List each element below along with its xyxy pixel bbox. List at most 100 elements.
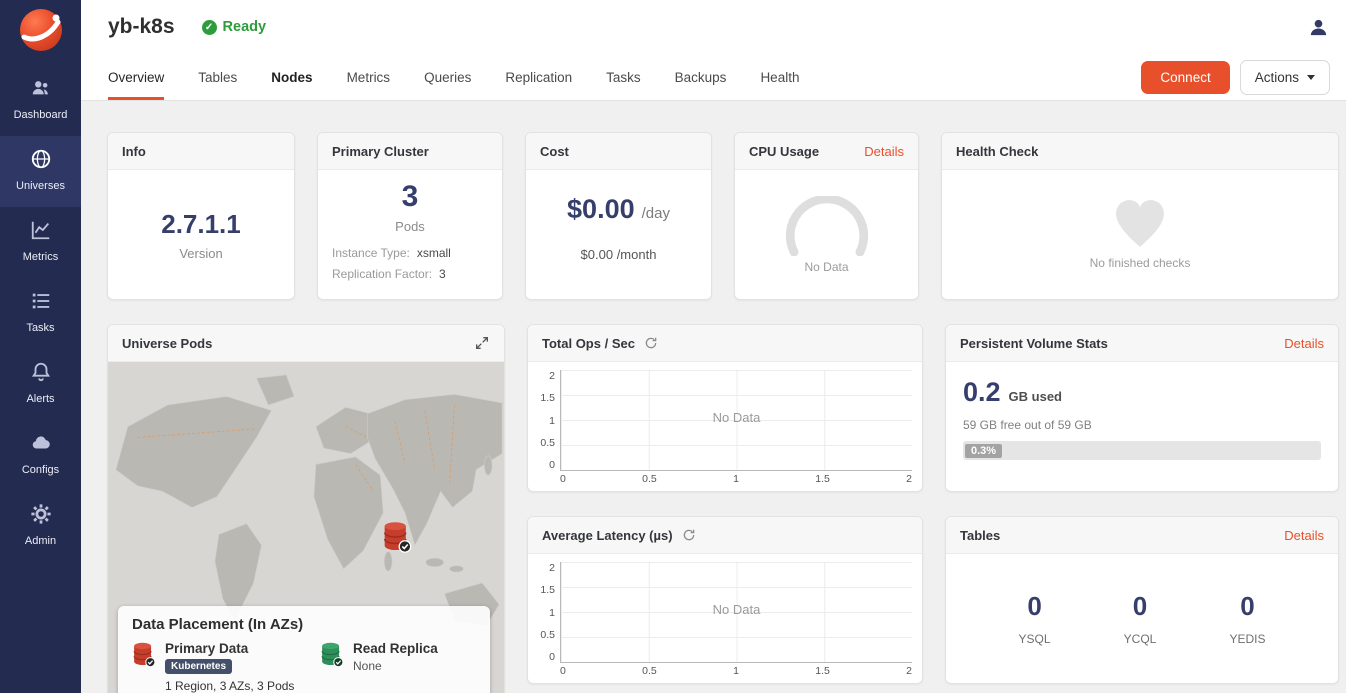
info-card-header: Info (108, 133, 294, 170)
refresh-icon (644, 336, 658, 350)
instance-type-row: Instance Type: xsmall (332, 246, 488, 260)
volume-details-link[interactable]: Details (1284, 336, 1324, 351)
primary-cluster-header: Primary Cluster (318, 133, 502, 170)
persistent-volume-header: Persistent Volume Stats Details (946, 325, 1338, 362)
y-axis: 2 1.5 1 0.5 0 (534, 562, 560, 679)
connect-button[interactable]: Connect (1141, 61, 1229, 94)
x-tick: 2 (906, 665, 912, 679)
sidebar-item-universes[interactable]: Universes (0, 136, 81, 207)
cost-card-body: $0.00 /day $0.00 /month (526, 170, 711, 299)
tab-replication[interactable]: Replication (505, 54, 572, 100)
x-tick: 0 (560, 665, 566, 679)
x-axis: 0 0.5 1 1.5 2 (560, 473, 912, 487)
database-marker-icon (382, 520, 412, 554)
dashboard-icon (30, 77, 52, 99)
pods-count: 3 (402, 180, 419, 213)
world-map[interactable]: Data Placement (In AZs) (108, 362, 504, 693)
volume-usage-bar: 0.3% (963, 441, 1321, 460)
tab-overview[interactable]: Overview (108, 54, 164, 100)
sidebar-item-label: Configs (22, 464, 59, 476)
universe-tabbar: Overview Tables Nodes Metrics Queries Re… (81, 54, 1346, 101)
y-tick: 1 (549, 607, 555, 619)
sidebar-item-label: Dashboard (14, 109, 68, 121)
replication-factor-value: 3 (439, 267, 446, 281)
tables-details-link[interactable]: Details (1284, 528, 1324, 543)
sidebar-item-label: Universes (16, 180, 65, 192)
user-menu-button[interactable] (1307, 16, 1330, 39)
cpu-details-link[interactable]: Details (864, 144, 904, 159)
sidebar-item-metrics[interactable]: Metrics (0, 207, 81, 278)
check-circle-icon: ✓ (202, 20, 217, 35)
ycql-count: 0 YCQL (1124, 591, 1157, 646)
tab-metrics[interactable]: Metrics (347, 54, 391, 100)
globe-icon (30, 148, 52, 170)
cpu-usage-card: CPU Usage Details No Data (734, 132, 919, 300)
replication-factor-label: Replication Factor: (332, 267, 432, 281)
x-tick: 1 (733, 473, 739, 487)
y-tick: 0 (549, 459, 555, 471)
total-ops-chart: 2 1.5 1 0.5 0 No Data 0 0 (528, 362, 922, 491)
gear-icon (30, 503, 52, 525)
volume-used-value: 0.2 (963, 377, 1001, 408)
main-area: yb-k8s ✓ Ready Overview Tables Nodes Met… (81, 0, 1346, 693)
volume-used-unit: GB used (1009, 389, 1062, 404)
tab-tasks[interactable]: Tasks (606, 54, 641, 100)
card-title: Info (122, 144, 146, 159)
pods-map-marker[interactable] (382, 520, 414, 559)
yedis-count: 0 YEDIS (1229, 591, 1265, 646)
ysql-count: 0 YSQL (1019, 591, 1051, 646)
sidebar-item-label: Admin (25, 535, 56, 547)
kubernetes-badge: Kubernetes (165, 659, 232, 674)
x-tick: 0.5 (642, 665, 657, 679)
sidebar-item-admin[interactable]: Admin (0, 491, 81, 562)
chevron-down-icon (1307, 75, 1315, 80)
no-data-text: No Data (561, 410, 912, 425)
card-title: Primary Cluster (332, 144, 429, 159)
info-card-body: 2.7.1.1 Version (108, 170, 294, 299)
count-label: YEDIS (1229, 632, 1265, 646)
cpu-usage-body: No Data (735, 170, 918, 299)
sidebar-item-dashboard[interactable]: Dashboard (0, 65, 81, 136)
total-ops-header: Total Ops / Sec (528, 325, 922, 362)
volume-used-line: 0.2 GB used (963, 377, 1321, 408)
tab-queries[interactable]: Queries (424, 54, 471, 100)
refresh-button[interactable] (644, 336, 658, 350)
primary-database-icon (132, 641, 156, 668)
tab-tables[interactable]: Tables (198, 54, 237, 100)
plot-area: No Data (560, 370, 912, 471)
cloud-icon (30, 432, 52, 454)
cost-card: Cost $0.00 /day $0.00 /month (525, 132, 712, 300)
card-title: Health Check (956, 144, 1038, 159)
persistent-volume-body: 0.2 GB used 59 GB free out of 59 GB 0.3% (946, 362, 1338, 491)
tab-nodes[interactable]: Nodes (271, 54, 312, 100)
x-tick: 0.5 (642, 473, 657, 487)
tables-card: Tables Details 0 YSQL 0 YCQL (945, 516, 1339, 684)
tab-health[interactable]: Health (760, 54, 799, 100)
x-tick: 0 (560, 473, 566, 487)
instance-type-label: Instance Type: (332, 246, 410, 260)
average-latency-card: Average Latency (µs) 2 1.5 1 0.5 0 (527, 516, 923, 684)
yugabyte-logo[interactable] (0, 0, 81, 65)
y-tick: 2 (549, 562, 555, 574)
expand-map-button[interactable] (474, 335, 490, 351)
volume-percent-badge: 0.3% (965, 444, 1002, 458)
sidebar-item-tasks[interactable]: Tasks (0, 278, 81, 349)
charts-column: Total Ops / Sec 2 1.5 1 0.5 0 (527, 324, 923, 684)
tab-actions: Connect Actions (1141, 54, 1330, 100)
sidebar-item-alerts[interactable]: Alerts (0, 349, 81, 420)
replication-factor-row: Replication Factor: 3 (332, 267, 488, 281)
primary-data-text: Primary Data Kubernetes 1 Region, 3 AZs,… (165, 641, 294, 693)
refresh-button[interactable] (682, 528, 696, 542)
tab-backups[interactable]: Backups (675, 54, 727, 100)
average-latency-chart: 2 1.5 1 0.5 0 No Data 0 0 (528, 554, 922, 683)
universe-header: yb-k8s ✓ Ready (81, 0, 1346, 54)
sidebar-item-label: Tasks (26, 322, 54, 334)
sidebar-item-configs[interactable]: Configs (0, 420, 81, 491)
tables-header: Tables Details (946, 517, 1338, 554)
overview-content: Info 2.7.1.1 Version Primary Cluster 3 P… (81, 101, 1346, 693)
sidebar-item-label: Metrics (23, 251, 58, 263)
average-latency-header: Average Latency (µs) (528, 517, 922, 554)
count-label: YCQL (1124, 632, 1157, 646)
universe-pods-body: Data Placement (In AZs) (108, 362, 504, 693)
actions-dropdown-button[interactable]: Actions (1240, 60, 1330, 95)
